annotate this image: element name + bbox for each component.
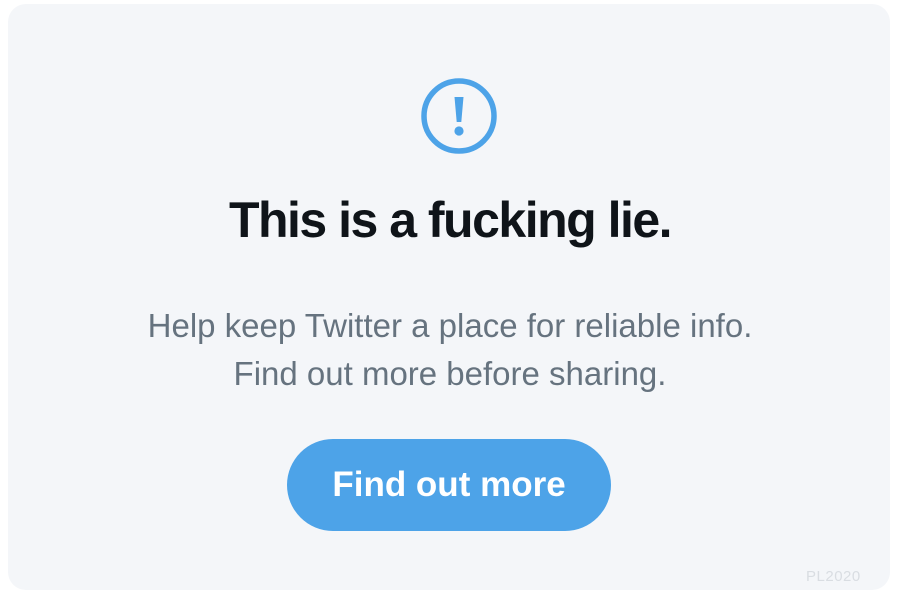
find-out-more-button[interactable]: Find out more bbox=[287, 439, 611, 531]
warning-description-line-2: Find out more before sharing. bbox=[233, 355, 667, 392]
warning-description: Help keep Twitter a place for reliable i… bbox=[0, 302, 900, 398]
watermark-text: PL2020 bbox=[806, 568, 861, 585]
warning-title: This is a fucking lie. bbox=[228, 192, 673, 248]
warning-description-line-1: Help keep Twitter a place for reliable i… bbox=[147, 307, 753, 344]
exclamation-circle-icon bbox=[419, 76, 499, 156]
